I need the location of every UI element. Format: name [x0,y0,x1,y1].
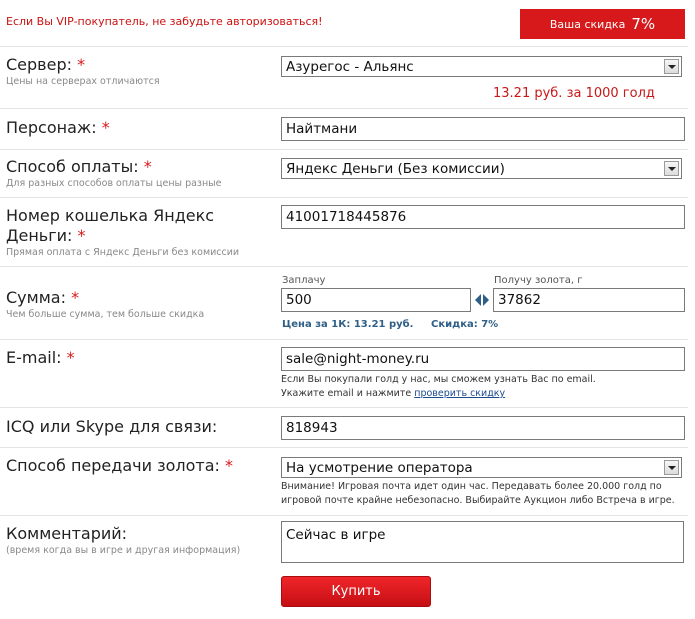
email-input[interactable]: sale@night-money.ru [281,347,685,371]
vip-login-notice: Если Вы VIP-покупатель, не забудьте авто… [6,15,323,28]
comment-hint: (время когда вы в игре и другая информац… [6,545,241,556]
amount-hint: Чем больше сумма, тем больше скидка [6,309,205,320]
payment-select[interactable]: Яндекс Деньги (Без комиссии) [281,158,682,179]
pay-caption: Заплачу [282,275,326,286]
wallet-label-line2: Деньги: * [6,226,86,245]
divider [0,149,688,150]
check-discount-link[interactable]: проверить скидку [414,388,505,399]
chevron-down-icon[interactable] [664,161,679,176]
contact-label: ICQ или Skype для связи: [6,417,218,436]
server-hint: Цены на серверах отличаются [6,76,160,87]
divider [0,46,688,47]
discount-badge: Ваша скидка 7% [520,9,685,39]
amount-label: Сумма: * [6,288,80,307]
character-label: Персонаж: * [6,118,110,137]
divider [0,447,688,448]
divider [0,407,688,408]
payment-label: Способ оплаты: * [6,157,152,176]
chevron-down-icon[interactable] [664,59,679,74]
character-input[interactable]: Найтмани [281,117,685,141]
delivery-select[interactable]: На усмотрение оператора [281,457,682,478]
discount-value: 7% [631,15,656,33]
swap-arrows-icon [475,294,489,306]
chevron-down-icon[interactable] [664,460,679,475]
wallet-input[interactable]: 41001718445876 [281,205,685,229]
payment-select-value: Яндекс Деньги (Без комиссии) [286,160,505,177]
wallet-label-line1: Номер кошелька Яндекс [6,206,215,225]
server-label: Сервер: * [6,55,86,74]
email-label: E-mail: * [6,348,75,367]
delivery-note-line2: игровой почте крайне небезопасно. Выбира… [281,495,675,506]
divider [0,266,688,267]
comment-label: Комментарий: [6,524,128,543]
divider [0,339,688,340]
delivery-note-line1: Внимание! Игровая почта идет один час. П… [281,481,662,492]
email-note-line2: Укажите email и нажмите проверить скидку [281,388,506,399]
delivery-select-value: На усмотрение оператора [286,459,473,476]
server-select-value: Азурегос - Альянс [286,58,414,75]
divider [0,108,688,109]
pay-amount-input[interactable]: 500 [281,288,471,312]
divider [0,515,688,516]
gold-amount-input[interactable]: 37862 [493,288,685,312]
buy-button[interactable]: Купить [281,576,431,607]
amount-discount-text: Скидка: 7% [431,319,499,330]
email-note-line1: Если Вы покупали голд у нас, мы сможем у… [281,374,596,385]
contact-input[interactable]: 818943 [281,416,685,440]
server-select[interactable]: Азурегос - Альянс [281,56,682,77]
server-price: 13.21 руб. за 1000 голд [493,86,655,101]
delivery-label: Способ передачи золота: * [6,456,233,475]
payment-hint: Для разных способов оплаты цены разные [6,178,222,189]
divider [0,197,688,198]
discount-label: Ваша скидка [549,17,626,31]
gold-caption: Получу золота, г [494,275,583,286]
comment-textarea[interactable]: Сейчас в игре [281,521,684,563]
rate-text: Цена за 1К: 13.21 руб. [282,319,414,330]
wallet-hint: Прямая оплата с Яндекс Деньги без комисс… [6,247,240,258]
